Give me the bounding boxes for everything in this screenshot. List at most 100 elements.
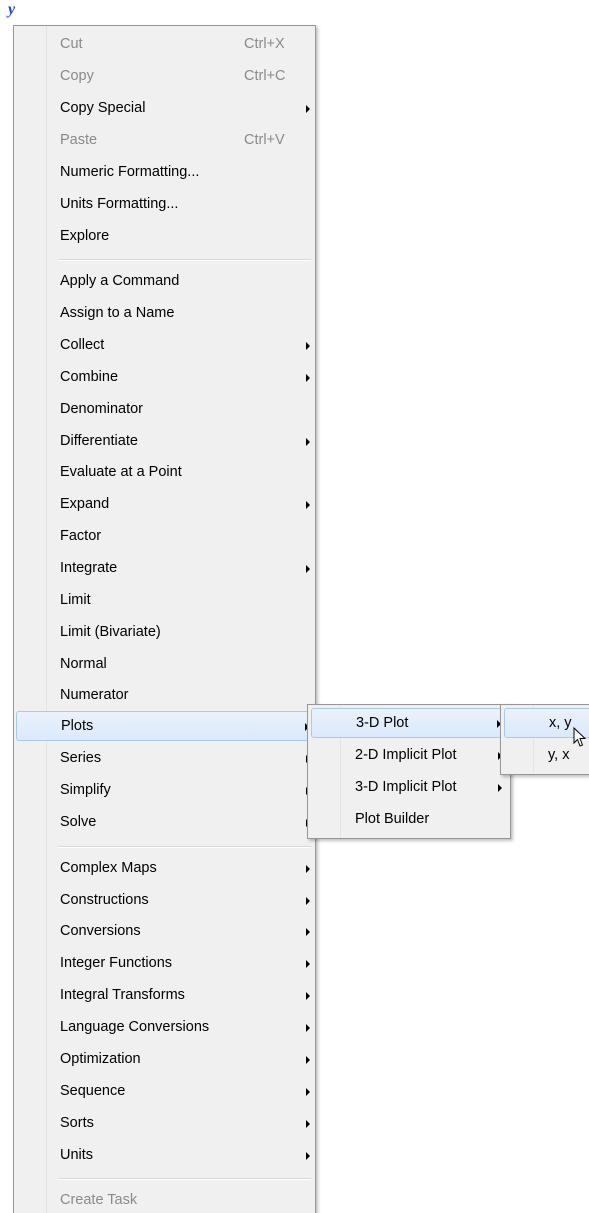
menu-item-numerator[interactable]: Numerator [16, 681, 313, 711]
expression-variable[interactable]: y [8, 1, 15, 19]
menu-item-complex-maps[interactable]: Complex Maps [16, 854, 313, 884]
menu-item-conversions[interactable]: Conversions [16, 917, 313, 947]
menu-item-explore[interactable]: Explore [16, 222, 313, 252]
submenu-arrow-icon [306, 960, 310, 968]
menu-item-shortcut: Ctrl+C [244, 68, 286, 84]
menu-item-label: Optimization [60, 1051, 141, 1067]
submenu-arrow-icon [306, 342, 310, 350]
submenu-arrow-icon [306, 565, 310, 573]
submenu-arrow-icon [306, 501, 310, 509]
menu-item-label: Integrate [60, 560, 118, 576]
menu-item-shortcut: Ctrl+X [244, 36, 285, 52]
menu-item-label: Factor [60, 528, 102, 544]
menu-item-label: Sequence [60, 1083, 126, 1099]
submenu-item-plot-builder[interactable]: Plot Builder [311, 805, 507, 835]
menu-item-solve[interactable]: Solve [16, 808, 313, 838]
menu-item-copy-special[interactable]: Copy Special [16, 94, 313, 124]
submenu-arrow-icon [306, 1024, 310, 1032]
menu-separator [58, 259, 311, 261]
submenu-arrow-icon [306, 865, 310, 873]
menu-item-copy[interactable]: Copy Ctrl+C [16, 62, 313, 92]
submenu-arrow-icon [306, 1152, 310, 1160]
menu-item-integral-transforms[interactable]: Integral Transforms [16, 981, 313, 1011]
menu-item-combine[interactable]: Combine [16, 363, 313, 393]
submenu-item-3d-plot[interactable]: 3-D Plot [311, 708, 507, 738]
menu-item-label: Solve [60, 814, 97, 830]
submenu-arrow-icon [306, 992, 310, 1000]
menu-item-constructions[interactable]: Constructions [16, 886, 313, 916]
menu-item-create-task[interactable]: Create Task [16, 1186, 313, 1213]
menu-item-factor[interactable]: Factor [16, 522, 313, 552]
menu-item-label: Apply a Command [60, 273, 180, 289]
menu-item-assign-to-a-name[interactable]: Assign to a Name [16, 299, 313, 329]
menu-item-label: Complex Maps [60, 860, 157, 876]
menu-item-simplify[interactable]: Simplify [16, 776, 313, 806]
menu-item-label: Denominator [60, 401, 144, 417]
menu-item-label: Plots [61, 718, 94, 734]
menu-item-integrate[interactable]: Integrate [16, 554, 313, 584]
menu-item-label: Series [60, 750, 102, 766]
submenu-arrow-icon [306, 1056, 310, 1064]
menu-item-paste[interactable]: Paste Ctrl+V [16, 126, 313, 156]
mouse-pointer-icon [573, 727, 587, 747]
menu-separator [58, 846, 311, 848]
menu-item-normal[interactable]: Normal [16, 650, 313, 680]
menu-item-series[interactable]: Series [16, 744, 313, 774]
menu-item-optimization[interactable]: Optimization [16, 1045, 313, 1075]
menu-item-label: y, x [548, 747, 570, 763]
submenu-arrow-icon [306, 897, 310, 905]
context-menu: Cut Ctrl+X Copy Ctrl+C Copy Special Past… [13, 25, 316, 1213]
menu-item-units-formatting[interactable]: Units Formatting... [16, 190, 313, 220]
menu-item-label: Integer Functions [60, 955, 173, 971]
menu-item-label: 2-D Implicit Plot [355, 747, 457, 763]
menu-item-label: Collect [60, 337, 105, 353]
menu-item-cut[interactable]: Cut Ctrl+X [16, 30, 313, 60]
menu-item-numeric-formatting[interactable]: Numeric Formatting... [16, 158, 313, 188]
menu-item-expand[interactable]: Expand [16, 490, 313, 520]
menu-item-label: Assign to a Name [60, 305, 175, 321]
submenu-arrow-icon [306, 1088, 310, 1096]
menu-item-collect[interactable]: Collect [16, 331, 313, 361]
menu-item-label: Conversions [60, 923, 141, 939]
menu-item-label: Differentiate [60, 433, 138, 449]
submenu-arrow-icon [306, 438, 310, 446]
menu-item-units[interactable]: Units [16, 1141, 313, 1171]
menu-item-label: Plot Builder [355, 811, 430, 827]
menu-item-language-conversions[interactable]: Language Conversions [16, 1013, 313, 1043]
menu-item-label: Simplify [60, 782, 111, 798]
menu-item-label: Copy Special [60, 100, 146, 116]
menu-item-shortcut: Ctrl+V [244, 132, 285, 148]
submenu-item-2d-implicit-plot[interactable]: 2-D Implicit Plot [311, 741, 507, 771]
menu-item-evaluate-at-a-point[interactable]: Evaluate at a Point [16, 458, 313, 488]
menu-item-label: Integral Transforms [60, 987, 185, 1003]
menu-item-label: Units [60, 1147, 94, 1163]
menu-item-apply-a-command[interactable]: Apply a Command [16, 267, 313, 297]
menu-item-sequence[interactable]: Sequence [16, 1077, 313, 1107]
submenu-arrow-icon [306, 374, 310, 382]
menu-item-sorts[interactable]: Sorts [16, 1109, 313, 1139]
menu-separator [58, 1178, 311, 1180]
menu-item-label: Create Task [60, 1192, 138, 1208]
worksheet: y Cut Ctrl+X Copy Ctrl+C Copy Special Pa… [0, 0, 589, 1213]
menu-item-label: Normal [60, 656, 107, 672]
menu-item-label: Numerator [60, 687, 129, 703]
menu-item-label: Combine [60, 369, 119, 385]
submenu-arrow-icon [306, 928, 310, 936]
menu-item-label: Units Formatting... [60, 196, 179, 212]
submenu-item-3d-implicit-plot[interactable]: 3-D Implicit Plot [311, 773, 507, 803]
menu-item-label: Limit (Bivariate) [60, 624, 161, 640]
menu-item-integer-functions[interactable]: Integer Functions [16, 949, 313, 979]
menu-item-label: Expand [60, 496, 110, 512]
menu-item-plots[interactable]: Plots [16, 711, 313, 741]
menu-item-label: Sorts [60, 1115, 94, 1131]
menu-item-label: Paste [60, 132, 98, 148]
menu-item-denominator[interactable]: Denominator [16, 395, 313, 425]
menu-item-label: Copy [60, 68, 94, 84]
menu-item-label: 3-D Implicit Plot [355, 779, 457, 795]
submenu-arrow-icon [306, 105, 310, 113]
menu-item-label: Language Conversions [60, 1019, 210, 1035]
menu-item-limit-bivariate[interactable]: Limit (Bivariate) [16, 618, 313, 648]
menu-item-limit[interactable]: Limit [16, 586, 313, 616]
menu-item-differentiate[interactable]: Differentiate [16, 427, 313, 457]
plots-submenu: 3-D Plot 2-D Implicit Plot 3-D Implicit … [307, 704, 511, 839]
